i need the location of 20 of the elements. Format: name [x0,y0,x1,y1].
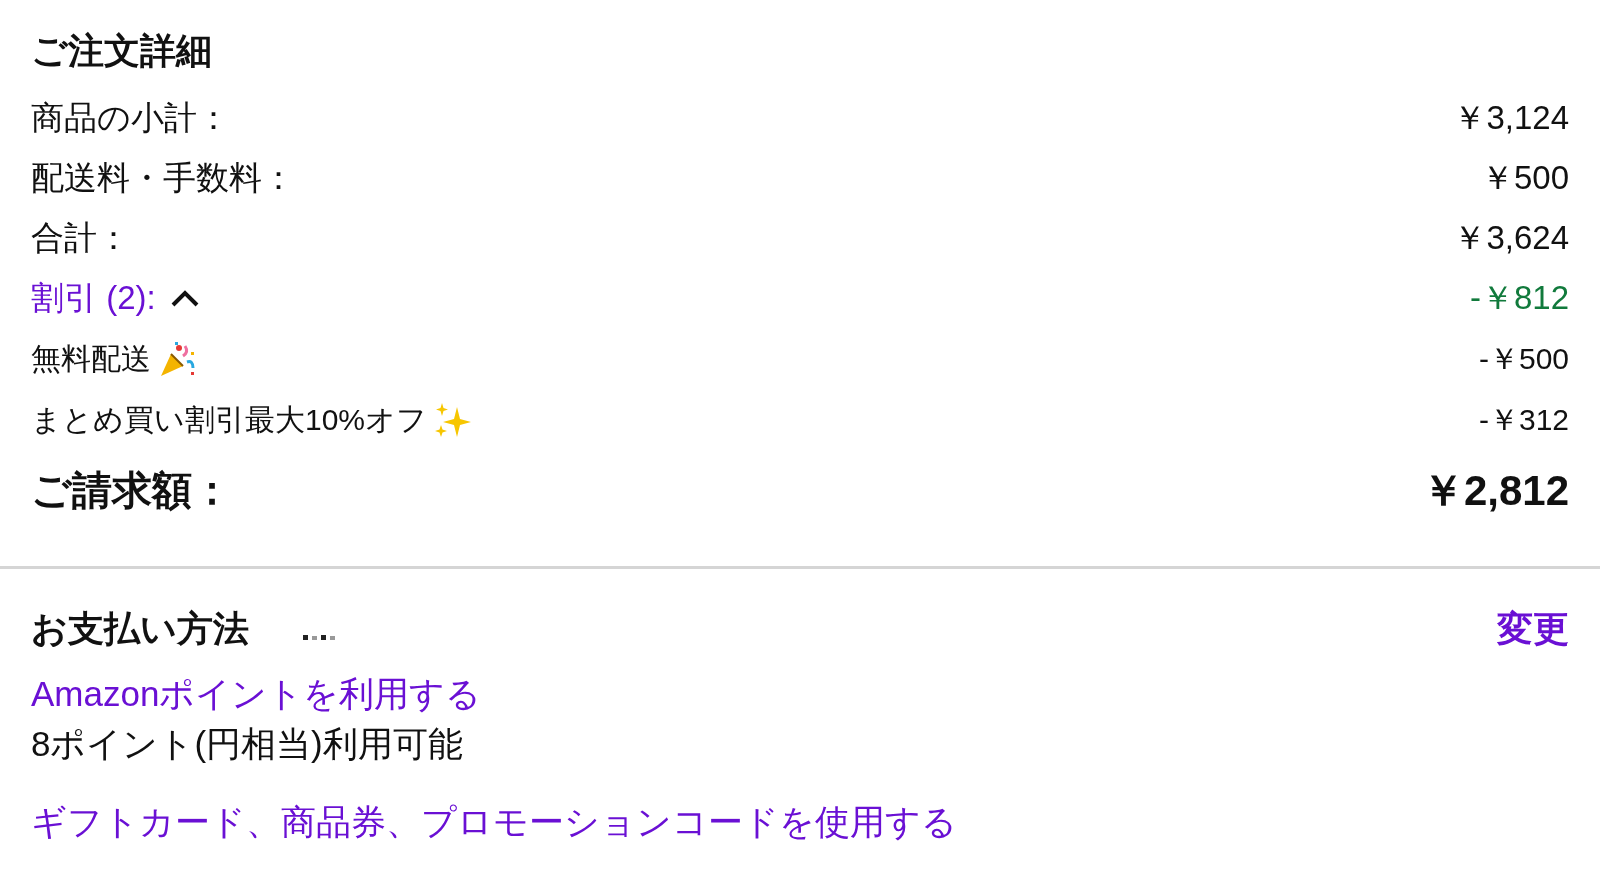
discount-item-label: 無料配送 [31,341,151,377]
total-label: ご請求額： [31,467,232,514]
row-label: 商品の小計： [31,98,230,139]
points-available-text: 8ポイント(円相当)利用可能 [31,723,464,765]
points-link[interactable]: Amazonポイントを利用する [31,669,482,719]
gift-card-link[interactable]: ギフトカード、商品券、プロモーションコードを使用する [31,797,957,847]
discount-item-label: まとめ買い割引最大10%オフ [31,402,428,438]
row-label: 配送料・手数料： [31,158,295,199]
discount-toggle[interactable]: 割引 (2): [31,273,200,323]
row-amount: ￥500 [1480,158,1569,199]
section-title: ご注文詳細 [31,29,213,73]
discount-amount: -￥812 [1469,278,1569,319]
row-amount: ￥3,124 [1453,98,1569,139]
change-link[interactable]: 変更 [1497,602,1569,656]
discount-item-amount: -￥500 [1478,341,1569,377]
total-amount: ￥2,812 [1421,465,1569,516]
section-title: お支払い方法 [31,607,249,651]
row-label: 合計： [31,218,130,259]
discount-item-amount: -￥312 [1478,402,1569,438]
row-amount: ￥3,624 [1453,218,1569,259]
